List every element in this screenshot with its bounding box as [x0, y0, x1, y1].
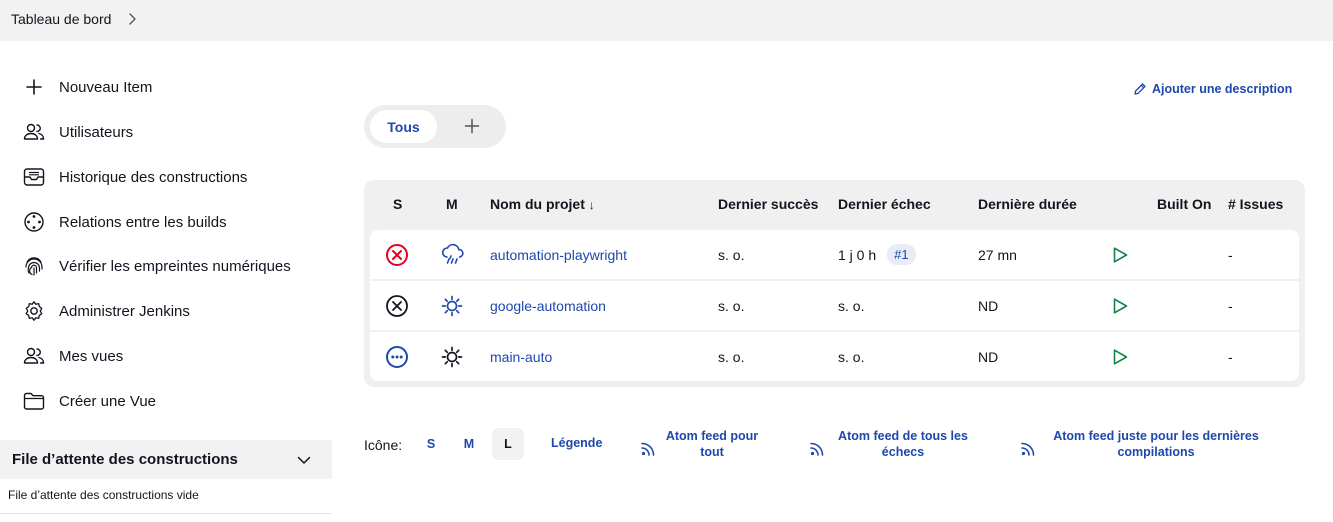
view-tabs: Tous	[364, 105, 506, 148]
rss-icon	[810, 442, 824, 456]
atom-feed-latest-link[interactable]: Atom feed juste pour les dernières compi…	[1020, 428, 1270, 460]
atom-feed-latest-label: Atom feed juste pour les dernières	[1053, 429, 1259, 443]
status-failed-icon	[385, 230, 409, 279]
gear-icon	[22, 299, 46, 323]
users-icon	[22, 344, 46, 368]
sidebar-item-label: Utilisateurs	[59, 123, 134, 141]
sidebar-item-build-relations[interactable]: Relations entre les builds	[22, 209, 227, 235]
plus-icon	[22, 75, 46, 99]
sidebar-item-fingerprints[interactable]: Vérifier les empreintes numériques	[22, 253, 291, 279]
build-queue-empty: File d’attente des constructions vide	[8, 488, 199, 502]
pencil-icon	[1134, 83, 1146, 95]
relations-icon	[22, 210, 46, 234]
breadcrumb-bar: Tableau de bord	[0, 0, 1333, 41]
project-link[interactable]: main-auto	[490, 332, 552, 381]
build-queue-title: File d’attente des constructions	[12, 451, 238, 468]
atom-feed-latest-label: compilations	[1117, 445, 1195, 459]
divider	[0, 513, 332, 514]
icon-size-l-button[interactable]: L	[492, 428, 524, 460]
weather-sunny-icon	[440, 281, 464, 330]
play-icon[interactable]	[1111, 281, 1129, 330]
play-icon[interactable]	[1111, 332, 1129, 381]
tab-all[interactable]: Tous	[370, 110, 437, 143]
status-not-built-icon	[385, 332, 409, 381]
sidebar-item-label: Créer une Vue	[59, 392, 157, 410]
plus-icon[interactable]	[462, 116, 482, 136]
column-header-last-success[interactable]: Dernier succès	[718, 196, 818, 212]
table-row: main-auto s. o. s. o. ND -	[370, 332, 1299, 381]
add-description-label: Ajouter une description	[1152, 82, 1293, 96]
sidebar-item-users[interactable]: Utilisateurs	[22, 119, 133, 145]
build-queue-header[interactable]: File d’attente des constructions	[0, 440, 332, 479]
status-aborted-icon	[385, 281, 409, 330]
last-success: s. o.	[718, 297, 745, 314]
sidebar-item-manage-jenkins[interactable]: Administrer Jenkins	[22, 298, 190, 324]
last-failure: s. o.	[838, 297, 865, 314]
issues-count: -	[1228, 348, 1233, 365]
last-duration: 27 mn	[978, 246, 1017, 263]
weather-sunny-icon	[440, 332, 464, 381]
chevron-right-icon	[129, 13, 136, 25]
fingerprint-icon	[22, 254, 46, 278]
column-header-name[interactable]: Nom du projet ↓	[490, 196, 595, 212]
sidebar-item-build-history[interactable]: Historique des constructions	[22, 164, 247, 190]
column-header-weather[interactable]: M	[446, 196, 458, 212]
last-duration: ND	[978, 348, 999, 365]
icon-size-m-button[interactable]: M	[453, 428, 485, 460]
users-icon	[22, 120, 46, 144]
sidebar-item-label: Relations entre les builds	[59, 213, 227, 231]
legend-link[interactable]: Légende	[551, 436, 602, 450]
sidebar-item-new-view[interactable]: Créer une Vue	[22, 388, 156, 414]
sidebar-item-label: Nouveau Item	[59, 78, 153, 96]
rss-icon	[1021, 442, 1035, 456]
play-icon[interactable]	[1111, 230, 1129, 279]
breadcrumb-root[interactable]: Tableau de bord	[11, 11, 111, 27]
projects-table: S M Nom du projet ↓ Dernier succès Derni…	[364, 180, 1305, 387]
last-failure: 1 j 0 h #1	[838, 230, 916, 279]
last-success: s. o.	[718, 246, 745, 263]
column-header-last-duration[interactable]: Dernière durée	[978, 196, 1077, 212]
chevron-down-icon[interactable]	[296, 452, 312, 468]
atom-feed-failures-link[interactable]: Atom feed de tous les échecs	[809, 428, 979, 460]
icon-size-label: Icône:	[364, 437, 403, 453]
atom-feed-all-label: Atom feed pour	[665, 429, 759, 443]
sidebar-item-label: Historique des constructions	[59, 168, 248, 186]
table-row: google-automation s. o. s. o. ND -	[370, 281, 1299, 330]
weather-storm-icon	[440, 230, 466, 279]
project-link[interactable]: google-automation	[490, 281, 606, 330]
column-header-built-on[interactable]: Built On	[1157, 196, 1211, 212]
atom-feed-failures-label: Atom feed de tous les	[838, 429, 968, 443]
folder-icon	[22, 389, 46, 413]
sidebar-item-my-views[interactable]: Mes vues	[22, 343, 123, 369]
inbox-icon	[22, 165, 46, 189]
column-header-status[interactable]: S	[393, 196, 402, 212]
sidebar-item-label: Administrer Jenkins	[59, 302, 190, 320]
sidebar-item-new-item[interactable]: Nouveau Item	[22, 74, 152, 100]
last-duration: ND	[978, 297, 999, 314]
atom-feed-failures-label: échecs	[881, 445, 925, 459]
last-failure: s. o.	[838, 348, 865, 365]
sidebar-item-label: Mes vues	[59, 347, 124, 365]
build-number-badge[interactable]: #1	[887, 244, 916, 265]
issues-count: -	[1228, 297, 1233, 314]
project-link[interactable]: automation-playwright	[490, 230, 627, 279]
atom-feed-all-label: tout	[700, 445, 724, 459]
sort-arrow-icon: ↓	[588, 198, 595, 212]
issues-count: -	[1228, 246, 1233, 263]
icon-size-s-button[interactable]: S	[415, 428, 447, 460]
atom-feed-all-link[interactable]: Atom feed pour tout	[640, 428, 780, 460]
rss-icon	[641, 442, 655, 456]
sidebar-item-label: Vérifier les empreintes numériques	[59, 257, 291, 275]
last-success: s. o.	[718, 348, 745, 365]
column-header-issues[interactable]: # Issues	[1228, 196, 1283, 212]
add-description-link[interactable]: Ajouter une description	[1133, 80, 1292, 98]
table-row: automation-playwright s. o. 1 j 0 h #1 27…	[370, 230, 1299, 279]
column-header-last-failure[interactable]: Dernier échec	[838, 196, 931, 212]
